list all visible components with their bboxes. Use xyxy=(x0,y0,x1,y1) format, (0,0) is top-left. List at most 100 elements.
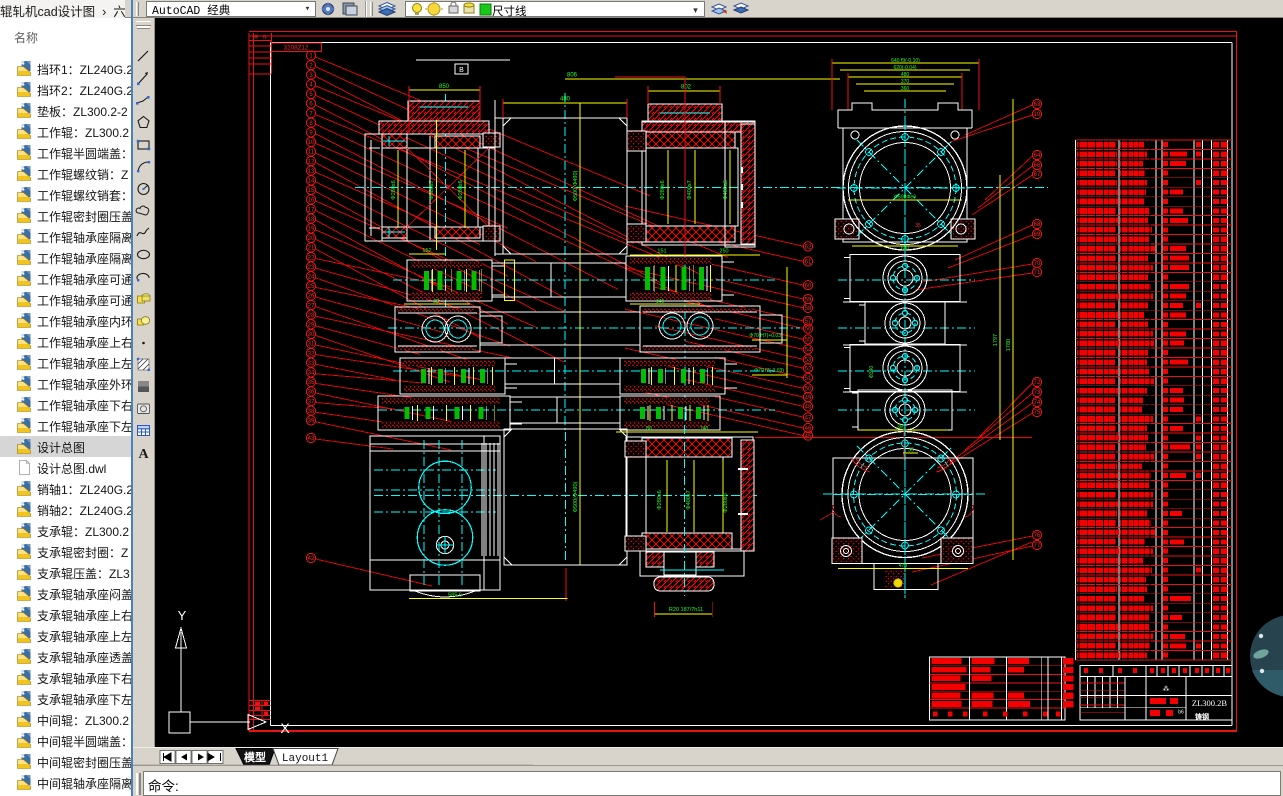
svg-text:75: 75 xyxy=(1034,410,1041,416)
svg-text:28: 28 xyxy=(308,313,315,319)
svg-text:370: 370 xyxy=(901,79,910,85)
svg-text:56: 56 xyxy=(805,327,812,333)
svg-text:Φ280s6: Φ280s6 xyxy=(657,490,663,509)
svg-text:32: 32 xyxy=(308,351,315,357)
svg-text:Φ280s6: Φ280s6 xyxy=(391,180,397,199)
svg-text:58: 58 xyxy=(805,306,812,312)
svg-text:54: 54 xyxy=(805,348,812,354)
svg-text:34: 34 xyxy=(308,371,315,377)
svg-text:28: 28 xyxy=(433,299,439,305)
svg-text:16: 16 xyxy=(308,198,315,204)
svg-text:A: A xyxy=(138,447,149,461)
svg-text:2: 2 xyxy=(309,63,313,69)
svg-text:6: 6 xyxy=(309,102,313,108)
svg-text:17: 17 xyxy=(308,207,315,213)
svg-text:Φ500(Φ490): Φ500(Φ490) xyxy=(573,170,579,201)
svg-text:39: 39 xyxy=(308,419,315,425)
svg-text:4: 4 xyxy=(309,83,313,89)
svg-text:850: 850 xyxy=(439,84,450,90)
svg-text:Layout1: Layout1 xyxy=(282,753,329,765)
svg-text:模型: 模型 xyxy=(244,750,266,764)
svg-text:72: 72 xyxy=(1034,380,1041,386)
svg-text:71: 71 xyxy=(1034,270,1041,276)
svg-text:10: 10 xyxy=(308,140,315,146)
svg-text:22: 22 xyxy=(308,255,315,261)
svg-text:铸钢: 铸钢 xyxy=(1195,712,1209,721)
svg-text:1797: 1797 xyxy=(993,334,999,346)
svg-text:30: 30 xyxy=(308,332,315,338)
svg-text:23: 23 xyxy=(308,265,315,271)
svg-text:Φ280s6: Φ280s6 xyxy=(660,180,666,199)
svg-text:1: 1 xyxy=(309,54,313,60)
svg-text:50: 50 xyxy=(805,387,812,393)
svg-text:585.6: 585.6 xyxy=(448,593,462,599)
svg-text:33: 33 xyxy=(308,361,315,367)
svg-text:52: 52 xyxy=(805,366,812,372)
svg-text:25: 25 xyxy=(308,284,315,290)
svg-text:B: B xyxy=(459,67,464,74)
svg-text:X: X xyxy=(280,720,290,736)
svg-text:80: 80 xyxy=(646,426,652,432)
svg-text:10: 10 xyxy=(1034,112,1041,118)
svg-text:70: 70 xyxy=(1034,261,1041,267)
svg-text:480: 480 xyxy=(901,72,910,78)
svg-text:140: 140 xyxy=(700,426,709,432)
svg-text:3208Z12: 3208Z12 xyxy=(284,45,309,52)
svg-text:Φ598Φe9: Φ598Φe9 xyxy=(894,195,916,201)
svg-text:73: 73 xyxy=(1034,390,1041,396)
svg-text:Φ400s7: Φ400s7 xyxy=(686,490,692,509)
svg-text:55: 55 xyxy=(805,338,812,344)
svg-text:3: 3 xyxy=(309,73,313,79)
svg-text:480: 480 xyxy=(560,97,571,103)
svg-text:20: 20 xyxy=(308,236,315,242)
svg-text:69: 69 xyxy=(1034,232,1041,238)
svg-text:802: 802 xyxy=(681,85,692,91)
svg-text:37: 37 xyxy=(308,399,315,405)
svg-text:24: 24 xyxy=(308,275,315,281)
svg-text:53: 53 xyxy=(805,358,812,364)
svg-text:36: 36 xyxy=(308,390,315,396)
svg-text:5: 5 xyxy=(309,92,313,98)
svg-text:27: 27 xyxy=(308,303,315,309)
svg-text:151: 151 xyxy=(657,249,666,255)
svg-text:360: 360 xyxy=(897,425,906,431)
svg-text:48: 48 xyxy=(805,405,812,411)
svg-text:49: 49 xyxy=(805,395,812,401)
svg-text:R20 187/7h11: R20 187/7h11 xyxy=(669,607,703,613)
svg-text:45: 45 xyxy=(805,434,812,440)
svg-text:Y: Y xyxy=(178,608,187,623)
svg-text:806: 806 xyxy=(567,73,578,79)
svg-text:13: 13 xyxy=(308,169,315,175)
svg-text:68: 68 xyxy=(1034,222,1041,228)
svg-text:单: 单 xyxy=(254,34,259,41)
svg-text:件: 件 xyxy=(263,34,268,41)
svg-text:Φ500(Φ490): Φ500(Φ490) xyxy=(573,481,579,512)
svg-text:152: 152 xyxy=(422,248,431,254)
svg-text:77: 77 xyxy=(1034,543,1041,549)
svg-text:630: 630 xyxy=(901,246,910,252)
svg-text:35: 35 xyxy=(908,448,914,454)
svg-text:18: 18 xyxy=(308,217,315,223)
svg-text:38: 38 xyxy=(308,409,315,415)
svg-text:9: 9 xyxy=(309,131,313,137)
svg-text:140: 140 xyxy=(656,299,665,305)
svg-text:11: 11 xyxy=(308,150,315,156)
svg-text:Φ340: Φ340 xyxy=(869,366,875,379)
svg-text:62: 62 xyxy=(805,245,812,251)
svg-text:35: 35 xyxy=(308,380,315,386)
svg-text:51: 51 xyxy=(805,376,812,382)
svg-text:15: 15 xyxy=(308,188,315,194)
svg-text:250: 250 xyxy=(719,249,728,255)
svg-text:Φ400s7: Φ400s7 xyxy=(687,180,693,199)
svg-text:26: 26 xyxy=(308,294,315,300)
svg-text:12: 12 xyxy=(308,159,315,165)
svg-text:35: 35 xyxy=(915,223,921,229)
svg-text:360: 360 xyxy=(901,86,910,92)
svg-text:67: 67 xyxy=(1034,172,1041,178)
svg-text:478: 478 xyxy=(899,563,908,569)
svg-text:Φ280s6: Φ280s6 xyxy=(458,180,464,199)
svg-text:⁂: ⁂ xyxy=(1163,685,1170,693)
svg-text:b6: b6 xyxy=(1178,710,1184,716)
svg-text:43: 43 xyxy=(308,436,315,442)
svg-text:ZL300.2B: ZL300.2B xyxy=(1192,698,1228,708)
